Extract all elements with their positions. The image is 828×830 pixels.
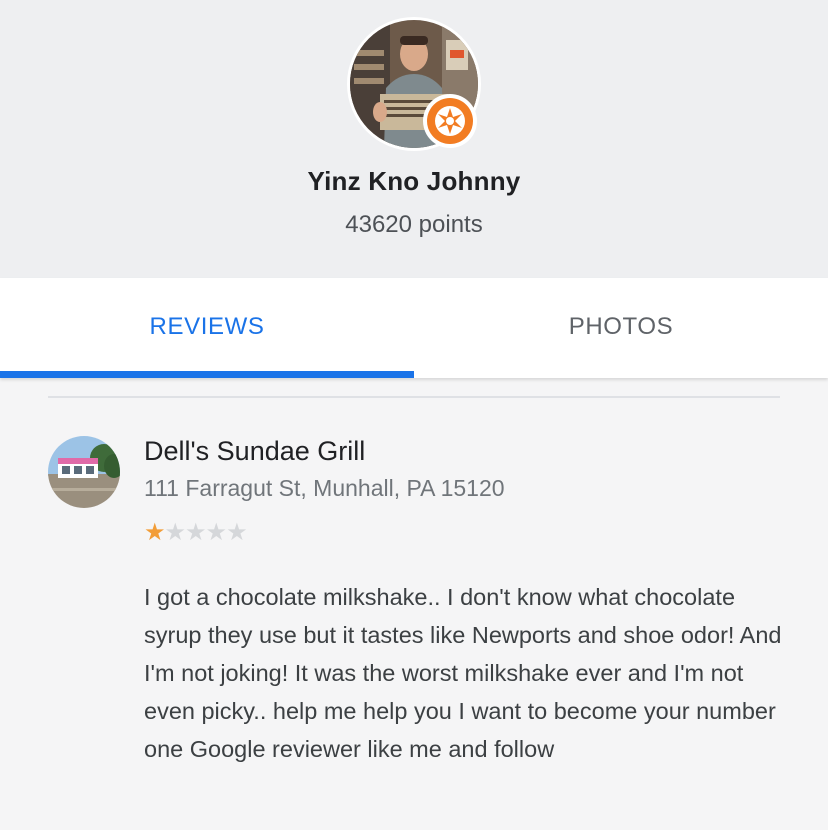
star-filled-icon: ★: [144, 519, 165, 546]
star-rating: ★★★★★: [144, 519, 248, 546]
place-thumbnail[interactable]: [48, 436, 120, 508]
place-name[interactable]: Dell's Sundae Grill: [144, 436, 365, 467]
star-empty-icon: ★: [164, 519, 186, 546]
tab-bar: REVIEWS PHOTOS: [0, 278, 828, 378]
star-empty-icon: ★: [205, 519, 227, 546]
local-guide-badge: [427, 98, 473, 144]
place-address: 111 Farragut St, Munhall, PA 15120: [144, 475, 505, 501]
selected-tab-indicator: [0, 371, 414, 378]
star-empty-icon: ★: [185, 519, 206, 546]
avatar-container[interactable]: [350, 20, 478, 148]
tab-reviews[interactable]: REVIEWS: [0, 278, 414, 378]
local-guide-badge-icon: [435, 106, 465, 136]
tab-photos[interactable]: PHOTOS: [414, 278, 828, 378]
review-text: I got a chocolate milkshake.. I don't kn…: [144, 584, 782, 762]
place-photo-icon: [48, 436, 120, 508]
profile-header: Yinz Kno Johnny 43620 points: [0, 0, 828, 278]
star-empty-icon: ★: [226, 519, 247, 546]
profile-points: 43620 points: [345, 211, 483, 238]
profile-name: Yinz Kno Johnny: [307, 166, 521, 196]
review-card[interactable]: Dell's Sundae Grill 111 Farragut St, Mun…: [0, 398, 828, 830]
